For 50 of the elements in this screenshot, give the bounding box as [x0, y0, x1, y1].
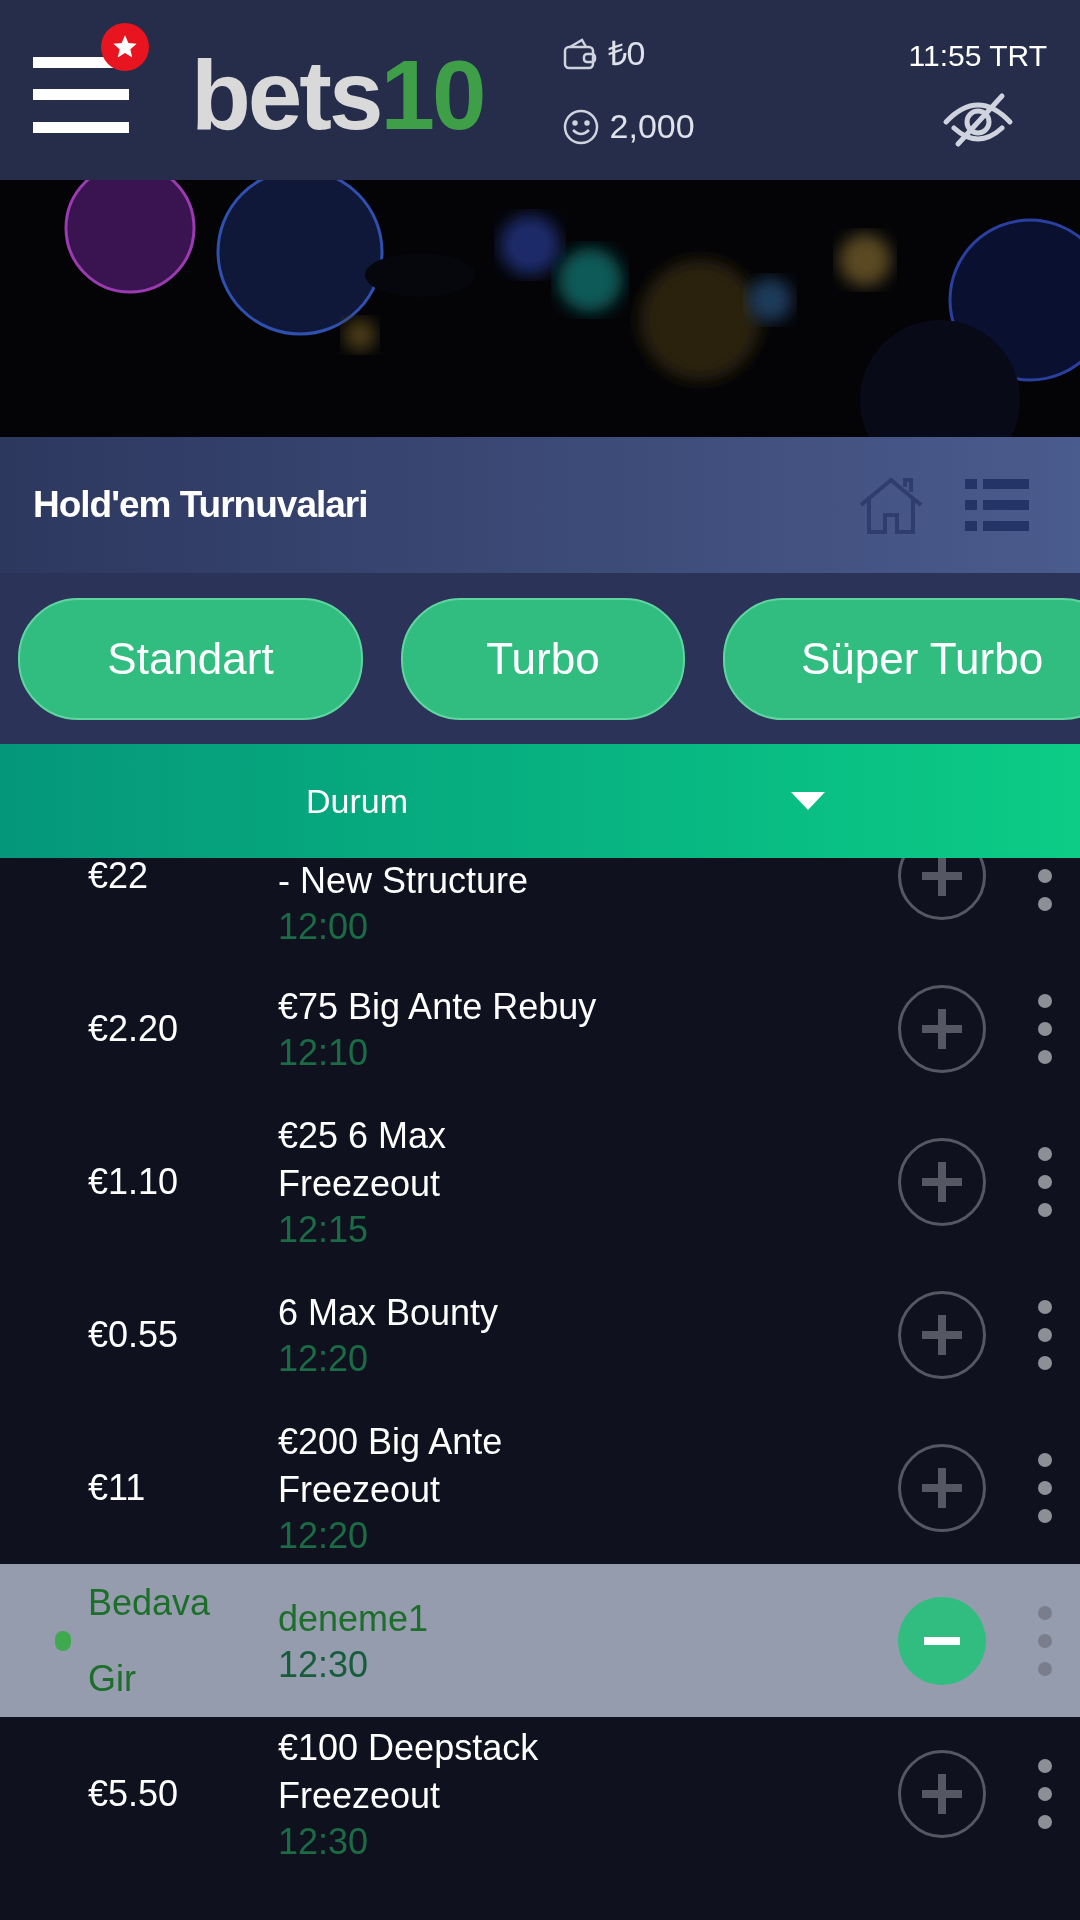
points-text: 2,000 — [609, 106, 695, 147]
more-options-icon[interactable] — [1038, 993, 1052, 1064]
start-time: 12:20 — [278, 1336, 370, 1381]
plus-icon — [922, 858, 962, 896]
plus-icon — [922, 1161, 962, 1202]
tournament-title: €100 Deepstack Freezeout — [278, 1725, 540, 1818]
register-button[interactable] — [898, 1749, 986, 1838]
logo: bets10 — [191, 46, 484, 144]
tournament-title: €75 Big Ante Rebuy — [278, 984, 598, 1029]
plus-icon — [922, 1008, 962, 1049]
start-time: 12:30 — [278, 1819, 370, 1864]
register-button[interactable] — [898, 1443, 986, 1532]
wallet-icon — [561, 36, 598, 71]
more-options-icon[interactable] — [1038, 1452, 1052, 1523]
start-time: 12:30 — [278, 1642, 370, 1687]
smiley-icon — [561, 107, 600, 146]
more-options-icon[interactable] — [1038, 1146, 1052, 1217]
price-text: Bedava Gir — [88, 1580, 211, 1701]
more-options-icon[interactable] — [1038, 1758, 1052, 1829]
list-icon[interactable] — [965, 477, 1029, 533]
price-text: €2.20 — [88, 1007, 179, 1051]
register-button[interactable] — [898, 1137, 986, 1226]
more-options-icon[interactable] — [1038, 1299, 1052, 1370]
tournament-title: €25 6 Max Freezeout — [278, 1113, 448, 1206]
tournament-title: €200 Big Ante Freezeout — [278, 1419, 504, 1512]
register-button[interactable] — [898, 858, 986, 920]
start-time: 12:15 — [278, 1207, 370, 1252]
price-text: €22 — [88, 858, 149, 898]
menu-button[interactable] — [33, 57, 129, 133]
price-text: €5.50 — [88, 1772, 179, 1816]
register-button[interactable] — [898, 1290, 986, 1379]
plus-icon — [922, 1467, 962, 1508]
register-button[interactable] — [898, 984, 986, 1073]
clock-text: 11:55 TRT — [908, 37, 1047, 74]
tournament-title: - New Structure — [278, 859, 530, 903]
start-time: 12:00 — [278, 905, 370, 949]
home-icon[interactable] — [857, 475, 925, 535]
caret-icon — [791, 792, 825, 810]
balance-text: ₺0 — [607, 33, 646, 74]
start-time: 12:20 — [278, 1513, 370, 1558]
tournament-title: deneme1 — [278, 1596, 430, 1641]
price-text: €11 — [88, 1466, 146, 1510]
tournament-title: 6 Max Bounty — [278, 1290, 500, 1335]
start-time: 12:10 — [278, 1030, 370, 1075]
plus-icon — [922, 1773, 962, 1814]
price-text: €0.55 — [88, 1313, 179, 1357]
section-title: Hold'em Turnuvalari — [33, 483, 368, 528]
price-text: €1.10 — [88, 1160, 179, 1204]
minus-icon — [924, 1636, 960, 1645]
plus-icon — [922, 1314, 962, 1355]
